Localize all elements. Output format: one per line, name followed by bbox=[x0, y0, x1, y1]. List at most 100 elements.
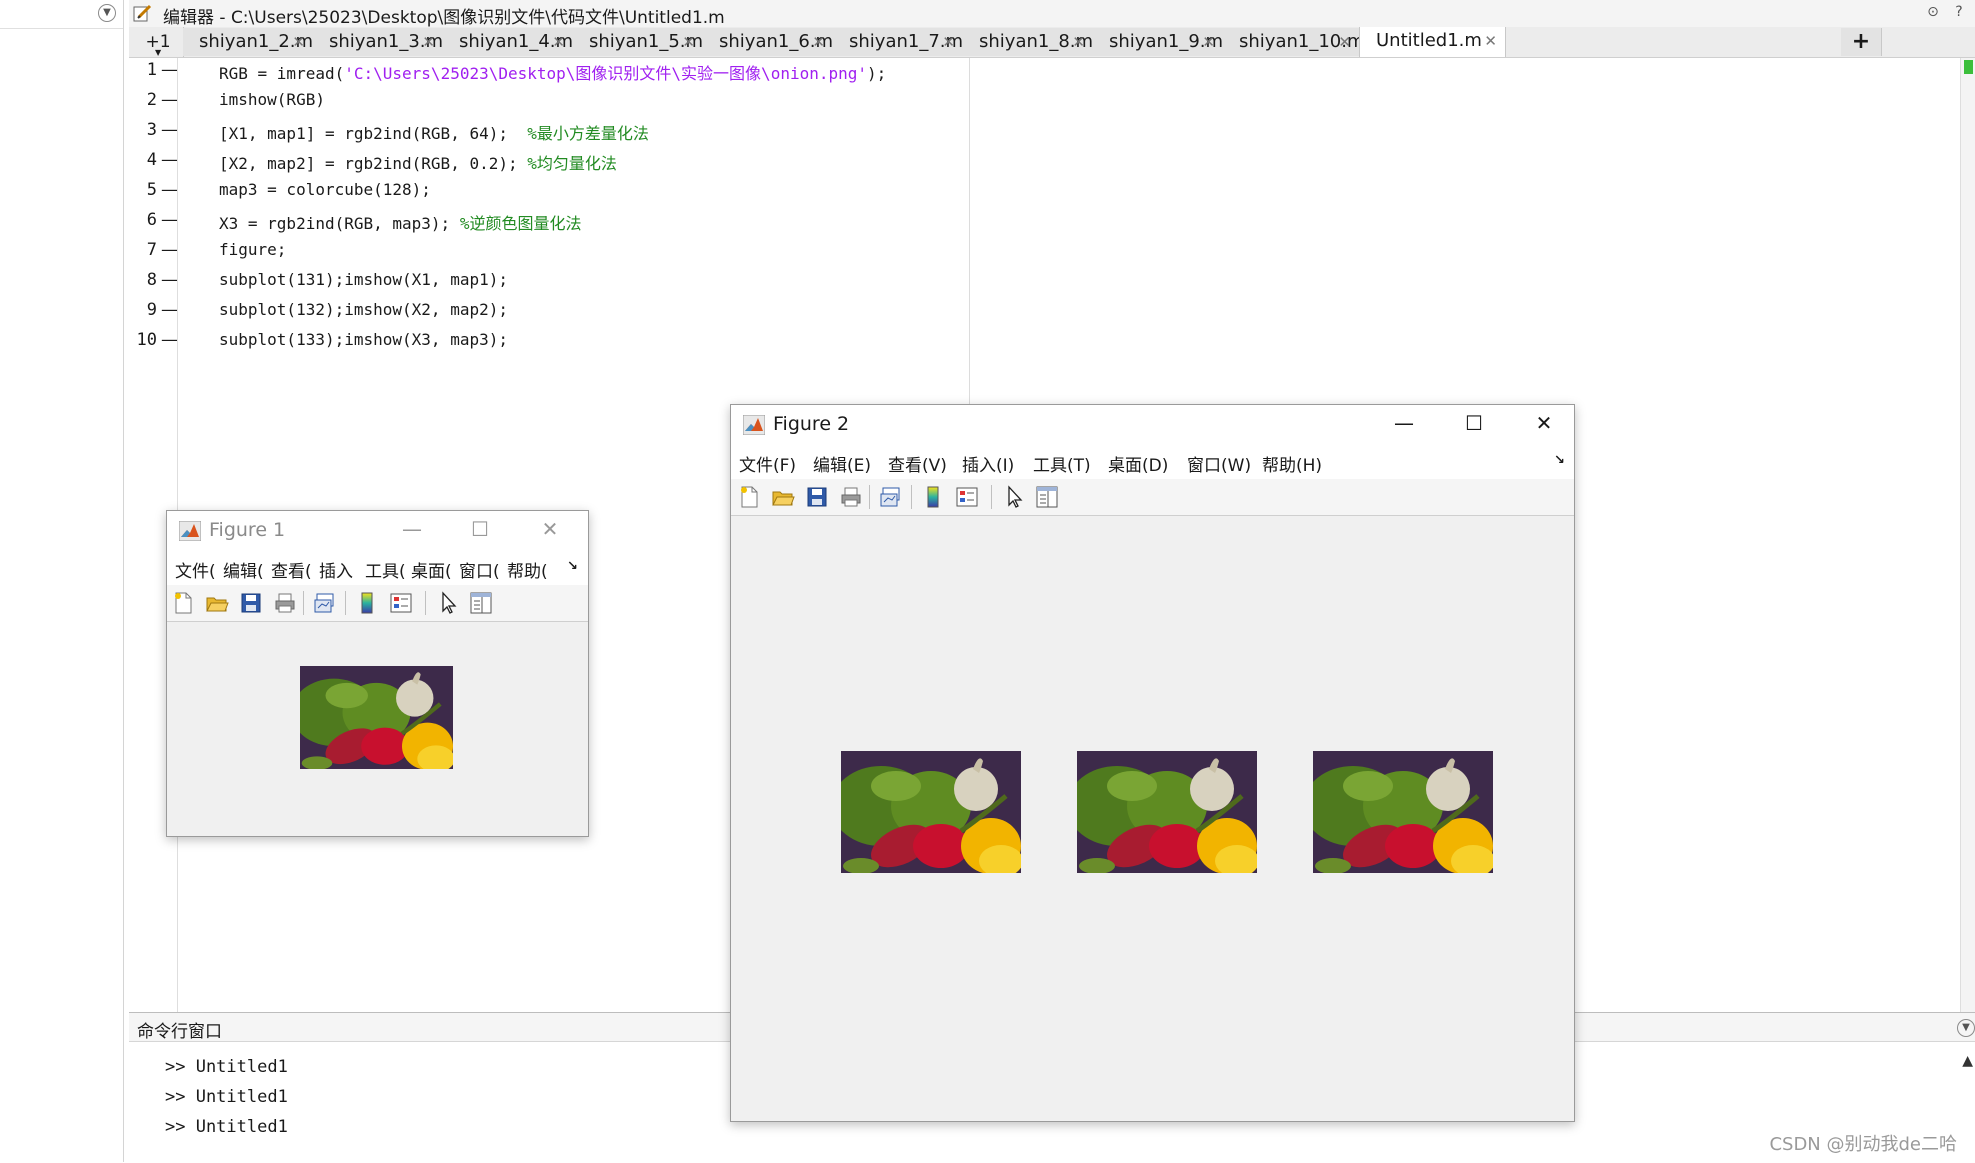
property-editor-icon[interactable] bbox=[469, 591, 493, 615]
tab-close-icon[interactable]: ✕ bbox=[1202, 28, 1215, 56]
code-line[interactable]: subplot(132);imshow(X2, map2); bbox=[219, 300, 508, 319]
code-line[interactable]: [X2, map2] = rgb2ind(RGB, 0.2); %均匀量化法 bbox=[219, 150, 617, 174]
tab-shiyan1_4-m[interactable]: shiyan1_4.m ✕ bbox=[443, 28, 574, 56]
menu-overflow-icon[interactable]: ↘ bbox=[567, 559, 578, 574]
code-line[interactable]: [X1, map1] = rgb2ind(RGB, 64); %最小方差量化法 bbox=[219, 120, 649, 144]
save-icon[interactable] bbox=[805, 485, 829, 509]
figure-2-window[interactable]: Figure 2 — ☐ ✕ 文件(F) 编辑(E) 查看(V) 插入(I) 工具(T)… bbox=[730, 404, 1575, 1122]
menu-item[interactable]: 编辑( bbox=[223, 557, 264, 582]
print-icon[interactable] bbox=[839, 485, 863, 509]
maximize-icon[interactable]: ☐ bbox=[468, 517, 492, 541]
menu-item[interactable]: 帮助(H) bbox=[1262, 451, 1322, 476]
legend-icon[interactable] bbox=[389, 591, 413, 615]
tab-close-icon[interactable]: ✕ bbox=[812, 28, 825, 56]
panel-collapse-icon[interactable]: ▼ bbox=[98, 4, 116, 22]
menu-item[interactable]: 插入 bbox=[319, 557, 353, 582]
print-icon[interactable] bbox=[273, 591, 297, 615]
executable-line-marker[interactable]: — bbox=[161, 150, 178, 170]
code-text: subplot(133);imshow(X3, map3); bbox=[219, 330, 508, 349]
menu-item[interactable]: 桌面( bbox=[411, 557, 452, 582]
tab-close-icon[interactable]: ✕ bbox=[682, 28, 695, 56]
figure-1-canvas[interactable] bbox=[167, 622, 588, 836]
editor-help-icon[interactable]: ? bbox=[1951, 4, 1967, 20]
maximize-icon[interactable]: ☐ bbox=[1462, 411, 1486, 435]
code-line[interactable]: RGB = imread('C:\Users\25023\Desktop\图像识… bbox=[219, 60, 886, 84]
new-tab-button[interactable]: + bbox=[1841, 28, 1882, 56]
pointer-icon[interactable] bbox=[437, 591, 461, 615]
minimize-icon[interactable]: — bbox=[400, 517, 424, 541]
code-line[interactable]: subplot(133);imshow(X3, map3); bbox=[219, 330, 508, 349]
figure-2-title-bar[interactable]: Figure 2 — ☐ ✕ bbox=[731, 405, 1574, 445]
open-folder-icon[interactable] bbox=[771, 485, 795, 509]
executable-line-marker[interactable]: — bbox=[161, 330, 178, 350]
tab-shiyan1_3-m[interactable]: shiyan1_3.m ✕ bbox=[313, 28, 444, 56]
code-analyzer-indicator[interactable] bbox=[1964, 60, 1973, 74]
executable-line-marker[interactable]: — bbox=[161, 210, 178, 230]
executable-line-marker[interactable]: — bbox=[161, 300, 178, 320]
tab-shiyan1_9-m[interactable]: shiyan1_9.m ✕ bbox=[1093, 28, 1224, 56]
close-icon[interactable]: ✕ bbox=[538, 517, 562, 541]
tab-overflow-button[interactable]: +1 ▼ bbox=[133, 27, 184, 57]
menu-item[interactable]: 工具(T) bbox=[1033, 451, 1091, 476]
executable-line-marker[interactable]: — bbox=[161, 120, 178, 140]
save-icon[interactable] bbox=[239, 591, 263, 615]
tab-close-icon[interactable]: ✕ bbox=[942, 28, 955, 56]
menu-item[interactable]: 查看(V) bbox=[888, 451, 947, 476]
csdn-watermark: CSDN @别动我de二哈 bbox=[1769, 1134, 1957, 1155]
menu-item[interactable]: 窗口( bbox=[459, 557, 500, 582]
legend-icon[interactable] bbox=[955, 485, 979, 509]
colorbar-icon[interactable] bbox=[921, 485, 945, 509]
figure-1-title-bar[interactable]: Figure 1 — ☐ ✕ bbox=[167, 511, 588, 551]
open-folder-icon[interactable] bbox=[205, 591, 229, 615]
menu-item[interactable]: 桌面(D) bbox=[1108, 451, 1168, 476]
command-window-options-icon[interactable]: ▼ bbox=[1957, 1019, 1975, 1037]
menu-item[interactable]: 工具( bbox=[365, 557, 406, 582]
scroll-up-icon[interactable]: ▲ bbox=[1962, 1053, 1973, 1069]
menu-item[interactable]: 帮助( bbox=[507, 557, 548, 582]
executable-line-marker[interactable]: — bbox=[161, 240, 178, 260]
tab-shiyan1_10-m[interactable]: shiyan1_10.m ✕ bbox=[1223, 28, 1365, 56]
code-line[interactable]: imshow(RGB) bbox=[219, 90, 325, 109]
menu-item[interactable]: 插入(I) bbox=[962, 451, 1014, 476]
new-file-icon[interactable] bbox=[171, 591, 195, 615]
menu-item[interactable]: 窗口(W) bbox=[1187, 451, 1251, 476]
colorbar-icon[interactable] bbox=[355, 591, 379, 615]
menu-item[interactable]: 编辑(E) bbox=[813, 451, 871, 476]
tab-shiyan1_2-m[interactable]: shiyan1_2.m ✕ bbox=[183, 28, 314, 56]
executable-line-marker[interactable]: — bbox=[161, 90, 178, 110]
new-file-icon[interactable] bbox=[737, 485, 761, 509]
editor-dock-icon[interactable]: ⊙ bbox=[1925, 4, 1941, 20]
code-line[interactable]: X3 = rgb2ind(RGB, map3); %逆颜色图量化法 bbox=[219, 210, 581, 234]
tab-close-icon[interactable]: ✕ bbox=[422, 28, 435, 56]
property-editor-icon[interactable] bbox=[1035, 485, 1059, 509]
code-line[interactable]: map3 = colorcube(128); bbox=[219, 180, 431, 199]
tab-close-icon[interactable]: ✕ bbox=[1338, 28, 1351, 56]
executable-line-marker[interactable]: — bbox=[161, 60, 178, 80]
editor-scrollbar[interactable] bbox=[1960, 58, 1975, 1012]
tab-close-icon[interactable]: ✕ bbox=[292, 28, 305, 56]
link-plot-icon[interactable] bbox=[879, 485, 903, 509]
code-line[interactable]: subplot(131);imshow(X1, map1); bbox=[219, 270, 508, 289]
tab-close-icon[interactable]: ✕ bbox=[1484, 27, 1497, 55]
tab-close-icon[interactable]: ✕ bbox=[552, 28, 565, 56]
menu-overflow-icon[interactable]: ↘ bbox=[1554, 453, 1565, 468]
menu-item[interactable]: 查看( bbox=[271, 557, 312, 582]
tab-shiyan1_5-m[interactable]: shiyan1_5.m ✕ bbox=[573, 28, 704, 56]
tab-close-icon[interactable]: ✕ bbox=[1072, 28, 1085, 56]
tab-untitled1-m[interactable]: Untitled1.m ✕ bbox=[1359, 27, 1506, 57]
executable-line-marker[interactable]: — bbox=[161, 180, 178, 200]
minimize-icon[interactable]: — bbox=[1392, 411, 1416, 435]
menu-item[interactable]: 文件(F) bbox=[739, 451, 796, 476]
figure-1-window[interactable]: Figure 1 — ☐ ✕ 文件( 编辑( 查看( 插入 工具(桌面( 窗口( 帮助( ↘ bbox=[166, 510, 589, 837]
pointer-icon[interactable] bbox=[1003, 485, 1027, 509]
close-icon[interactable]: ✕ bbox=[1532, 411, 1556, 435]
tab-shiyan1_8-m[interactable]: shiyan1_8.m ✕ bbox=[963, 28, 1094, 56]
tab-shiyan1_7-m[interactable]: shiyan1_7.m ✕ bbox=[833, 28, 964, 56]
figure-1-title: Figure 1 bbox=[209, 519, 286, 541]
figure-2-canvas[interactable] bbox=[731, 516, 1574, 1121]
menu-item[interactable]: 文件( bbox=[175, 557, 216, 582]
link-plot-icon[interactable] bbox=[313, 591, 337, 615]
tab-shiyan1_6-m[interactable]: shiyan1_6.m ✕ bbox=[703, 28, 834, 56]
code-line[interactable]: figure; bbox=[219, 240, 286, 259]
executable-line-marker[interactable]: — bbox=[161, 270, 178, 290]
